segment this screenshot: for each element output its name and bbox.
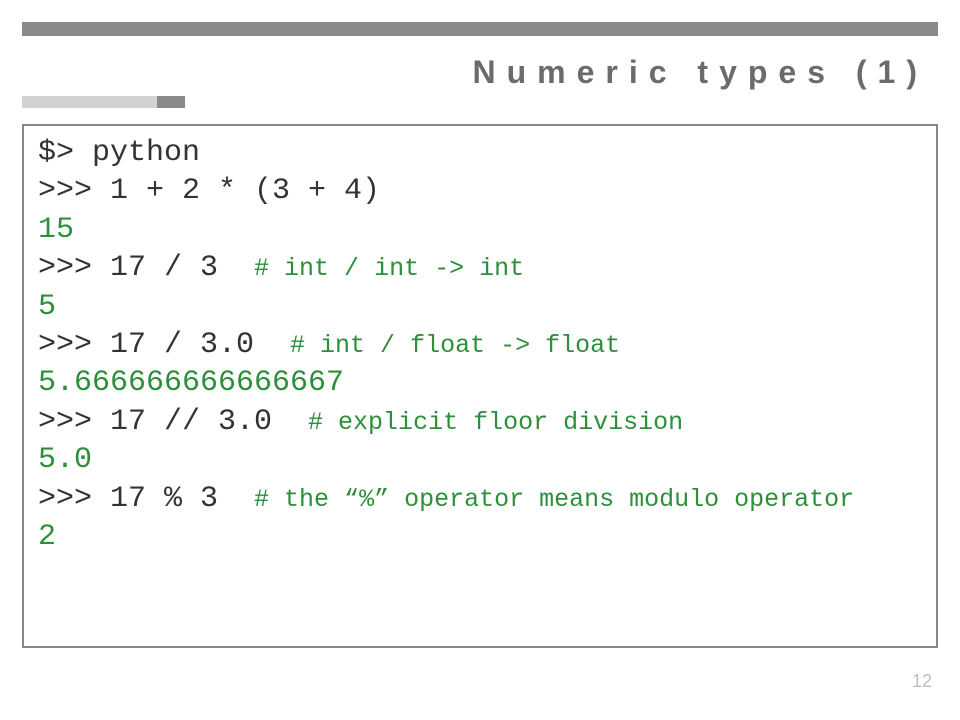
subheading-bar-light <box>22 96 157 108</box>
code-line: 5.666666666666667 <box>38 364 922 402</box>
subheading-bar-dark <box>157 96 185 108</box>
code-comment: # int / float -> float <box>290 331 620 360</box>
repl-input: >>> 17 // 3.0 <box>38 405 308 439</box>
shell-prompt: $> python <box>38 136 200 170</box>
slide-title: Numeric types (1) <box>472 54 928 91</box>
repl-output: 15 <box>38 213 74 247</box>
code-line: 2 <box>38 518 922 556</box>
repl-input: >>> 17 / 3 <box>38 251 254 285</box>
repl-output: 5.0 <box>38 443 92 477</box>
code-comment: # the “%” operator means modulo operator <box>254 485 854 514</box>
top-accent-bar <box>22 22 938 36</box>
code-line: 5 <box>38 288 922 326</box>
code-line: $> python <box>38 134 922 172</box>
code-line: >>> 17 / 3 # int / int -> int <box>38 249 922 287</box>
code-line: >>> 17 / 3.0 # int / float -> float <box>38 326 922 364</box>
repl-input: >>> 17 % 3 <box>38 482 254 516</box>
code-comment: # explicit floor division <box>308 408 683 437</box>
code-line: >>> 1 + 2 * (3 + 4) <box>38 172 922 210</box>
code-line: >>> 17 % 3 # the “%” operator means modu… <box>38 480 922 518</box>
code-line: >>> 17 // 3.0 # explicit floor division <box>38 403 922 441</box>
repl-output: 2 <box>38 520 56 554</box>
repl-output: 5.666666666666667 <box>38 366 344 400</box>
code-line: 5.0 <box>38 441 922 479</box>
code-line: 15 <box>38 211 922 249</box>
repl-input: >>> 17 / 3.0 <box>38 328 290 362</box>
repl-output: 5 <box>38 290 56 324</box>
code-example-box: $> python >>> 1 + 2 * (3 + 4) 15 >>> 17 … <box>22 124 938 648</box>
repl-input: >>> 1 + 2 * (3 + 4) <box>38 174 380 208</box>
code-comment: # int / int -> int <box>254 254 524 283</box>
page-number: 12 <box>912 671 932 692</box>
